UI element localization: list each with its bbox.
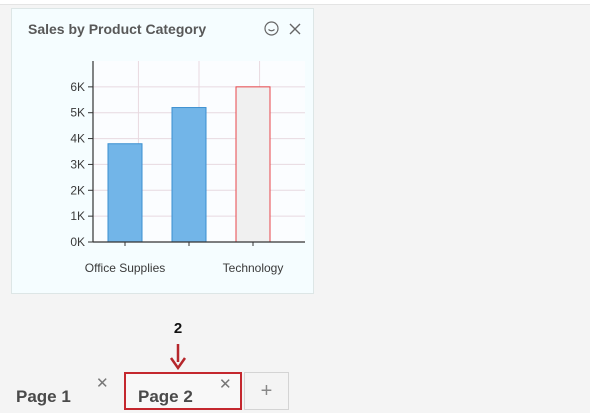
close-icon[interactable]: ✕ bbox=[96, 376, 109, 391]
y-tick-label: 6K bbox=[70, 80, 85, 94]
tab-label: Page 2 bbox=[138, 387, 193, 406]
y-tick-label: 4K bbox=[70, 132, 85, 146]
page-tabbar: Page 1 ✕ Page 2 ✕ + bbox=[0, 372, 590, 413]
y-tick-label: 0K bbox=[70, 235, 85, 249]
bar bbox=[107, 143, 143, 243]
tab-label: Page 1 bbox=[16, 387, 71, 406]
bar bbox=[171, 107, 207, 243]
tab-page-1[interactable]: Page 1 ✕ bbox=[0, 372, 116, 410]
tab-page-2[interactable]: Page 2 ✕ bbox=[124, 372, 242, 410]
bar-chart: 0K 1K 2K 3K 4K 5K 6K Office Supplies Technology bbox=[70, 61, 305, 275]
plus-icon: + bbox=[260, 380, 273, 402]
x-tick-label: Technology bbox=[223, 261, 284, 275]
y-tick-label: 3K bbox=[70, 157, 85, 171]
chart-widget: Sales by Product Category 0K 1K 2K 3K 4K 5K 6K… bbox=[11, 8, 314, 294]
arrow-down-icon bbox=[169, 344, 187, 371]
y-tick-label: 5K bbox=[70, 106, 85, 120]
y-tick-label: 2K bbox=[70, 183, 85, 197]
x-tick-label: Office Supplies bbox=[85, 261, 166, 275]
top-strip bbox=[0, 0, 590, 5]
annotation-callout: 2 bbox=[158, 320, 198, 372]
y-tick-label: 1K bbox=[70, 209, 85, 223]
annotation-number: 2 bbox=[173, 320, 183, 337]
bar bbox=[235, 86, 271, 243]
add-page-button[interactable]: + bbox=[244, 372, 289, 410]
close-icon[interactable]: ✕ bbox=[219, 377, 232, 392]
